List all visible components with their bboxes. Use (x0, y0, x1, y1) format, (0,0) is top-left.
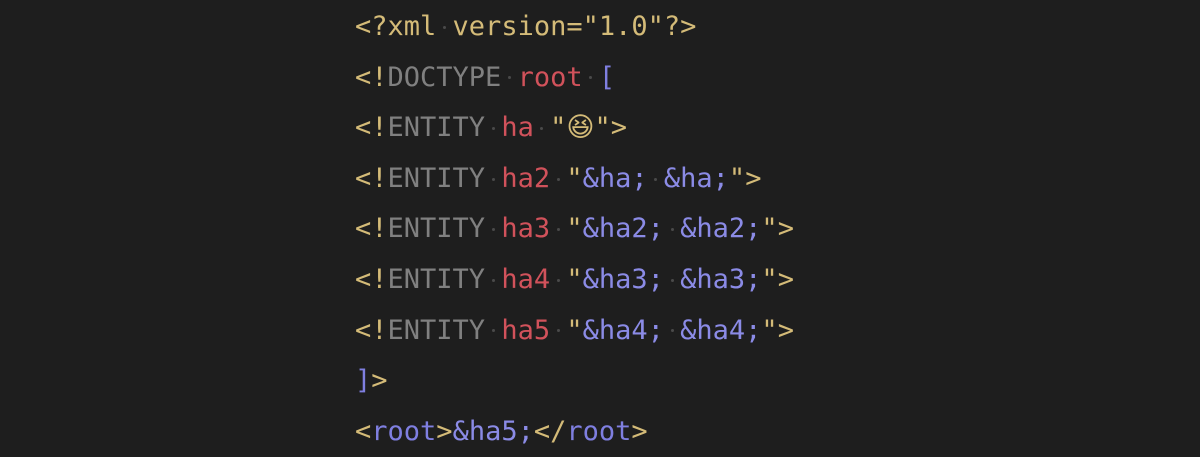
whitespace-dot-token (485, 255, 501, 306)
keyword-token: ENTITY (387, 213, 486, 245)
whitespace-dot-token (550, 255, 566, 306)
entity-reference-token: &ha2; (582, 213, 664, 245)
emoji-token: 😆 (566, 112, 595, 144)
keyword-token: ENTITY (387, 314, 486, 346)
code-editor[interactable]: <?xml version="1.0"?> <!DOCTYPE root [<!E… (0, 0, 1200, 450)
punctuation-token: <! (355, 213, 388, 245)
punctuation-token: </ (533, 415, 567, 447)
entity-name-token: ha3 (501, 213, 551, 245)
entity-name-token: ha5 (501, 314, 551, 346)
entity-name-token: ha2 (501, 162, 551, 194)
bracket-token: [ (598, 61, 616, 93)
tag-name-token: root (371, 415, 437, 447)
code-lines: <?xml version="1.0"?> <!DOCTYPE root [<!E… (355, 2, 794, 457)
punctuation-token: > (610, 112, 628, 144)
string-token: version="1.0" (452, 11, 664, 42)
punctuation-token: <! (355, 263, 388, 295)
string-token: " (761, 213, 778, 245)
string-token: " (566, 162, 583, 194)
code-line-8[interactable]: ]> (355, 356, 794, 407)
punctuation-token: <! (355, 314, 388, 346)
whitespace-dot-token (534, 103, 550, 154)
keyword-token: ENTITY (387, 112, 486, 144)
whitespace-dot-token (664, 204, 680, 255)
punctuation-token: <? (355, 11, 388, 42)
code-line-9[interactable]: <root>&ha5;</root> (355, 407, 794, 457)
string-token: " (566, 213, 583, 245)
string-token: " (761, 263, 778, 295)
entity-reference-token: &ha3; (680, 263, 762, 295)
whitespace-dot-token (550, 306, 566, 357)
code-line-1[interactable]: <?xml version="1.0"?> (355, 2, 794, 53)
entity-reference-token: &ha; (582, 162, 648, 194)
whitespace-dot-token (664, 306, 680, 357)
code-line-7[interactable]: <!ENTITY ha5 "&ha4; &ha4;"> (355, 306, 794, 357)
punctuation-token: xml (387, 11, 437, 42)
punctuation-token: > (436, 415, 453, 447)
whitespace-dot-token (485, 103, 501, 154)
code-line-4[interactable]: <!ENTITY ha2 "&ha; &ha;"> (355, 154, 794, 205)
entity-reference-token: &ha2; (680, 213, 762, 245)
entity-name-token: ha (501, 112, 534, 144)
whitespace-dot-token (501, 53, 517, 104)
string-token: " (566, 263, 583, 295)
whitespace-dot-token (583, 53, 599, 104)
entity-reference-token: &ha5; (452, 415, 534, 447)
whitespace-dot-token (485, 306, 501, 357)
whitespace-dot-token (664, 255, 680, 306)
whitespace-dot-token (485, 204, 501, 255)
keyword-token: ENTITY (387, 263, 486, 295)
whitespace-dot-token (436, 2, 452, 53)
punctuation-token: > (745, 162, 762, 194)
entity-reference-token: &ha4; (680, 314, 762, 346)
entity-reference-token: &ha; (663, 162, 729, 194)
punctuation-token: > (777, 263, 794, 295)
punctuation-token: <! (355, 112, 388, 144)
code-line-2[interactable]: <!DOCTYPE root [ (355, 53, 794, 104)
entity-reference-token: &ha3; (582, 263, 664, 295)
string-token: " (728, 162, 746, 194)
punctuation-token: > (777, 213, 794, 245)
punctuation-token: <! (355, 61, 388, 93)
code-line-5[interactable]: <!ENTITY ha3 "&ha2; &ha2;"> (355, 204, 794, 255)
whitespace-dot-token (485, 154, 501, 205)
keyword-token: DOCTYPE (387, 61, 502, 93)
punctuation-token: > (371, 365, 388, 397)
keyword-token: ENTITY (387, 162, 486, 194)
punctuation-token: > (631, 415, 648, 447)
whitespace-dot-token (550, 154, 566, 205)
whitespace-dot-token (550, 204, 566, 255)
string-token: " (594, 112, 611, 144)
string-token: " (761, 314, 778, 346)
entity-name-token: ha4 (501, 263, 551, 295)
string-token: " (566, 314, 583, 346)
entity-reference-token: &ha4; (582, 314, 664, 346)
punctuation-token: <! (355, 162, 388, 194)
bracket-token: ] (355, 365, 372, 397)
punctuation-token: ?> (663, 11, 697, 42)
punctuation-token: < (355, 415, 372, 447)
code-line-6[interactable]: <!ENTITY ha4 "&ha3; &ha3;"> (355, 255, 794, 306)
code-line-3[interactable]: <!ENTITY ha "😆"> (355, 103, 794, 154)
whitespace-dot-token (648, 154, 664, 205)
entity-name-token: root (517, 61, 583, 93)
tag-name-token: root (566, 415, 632, 447)
punctuation-token: > (777, 314, 794, 346)
string-token: " (550, 112, 567, 144)
